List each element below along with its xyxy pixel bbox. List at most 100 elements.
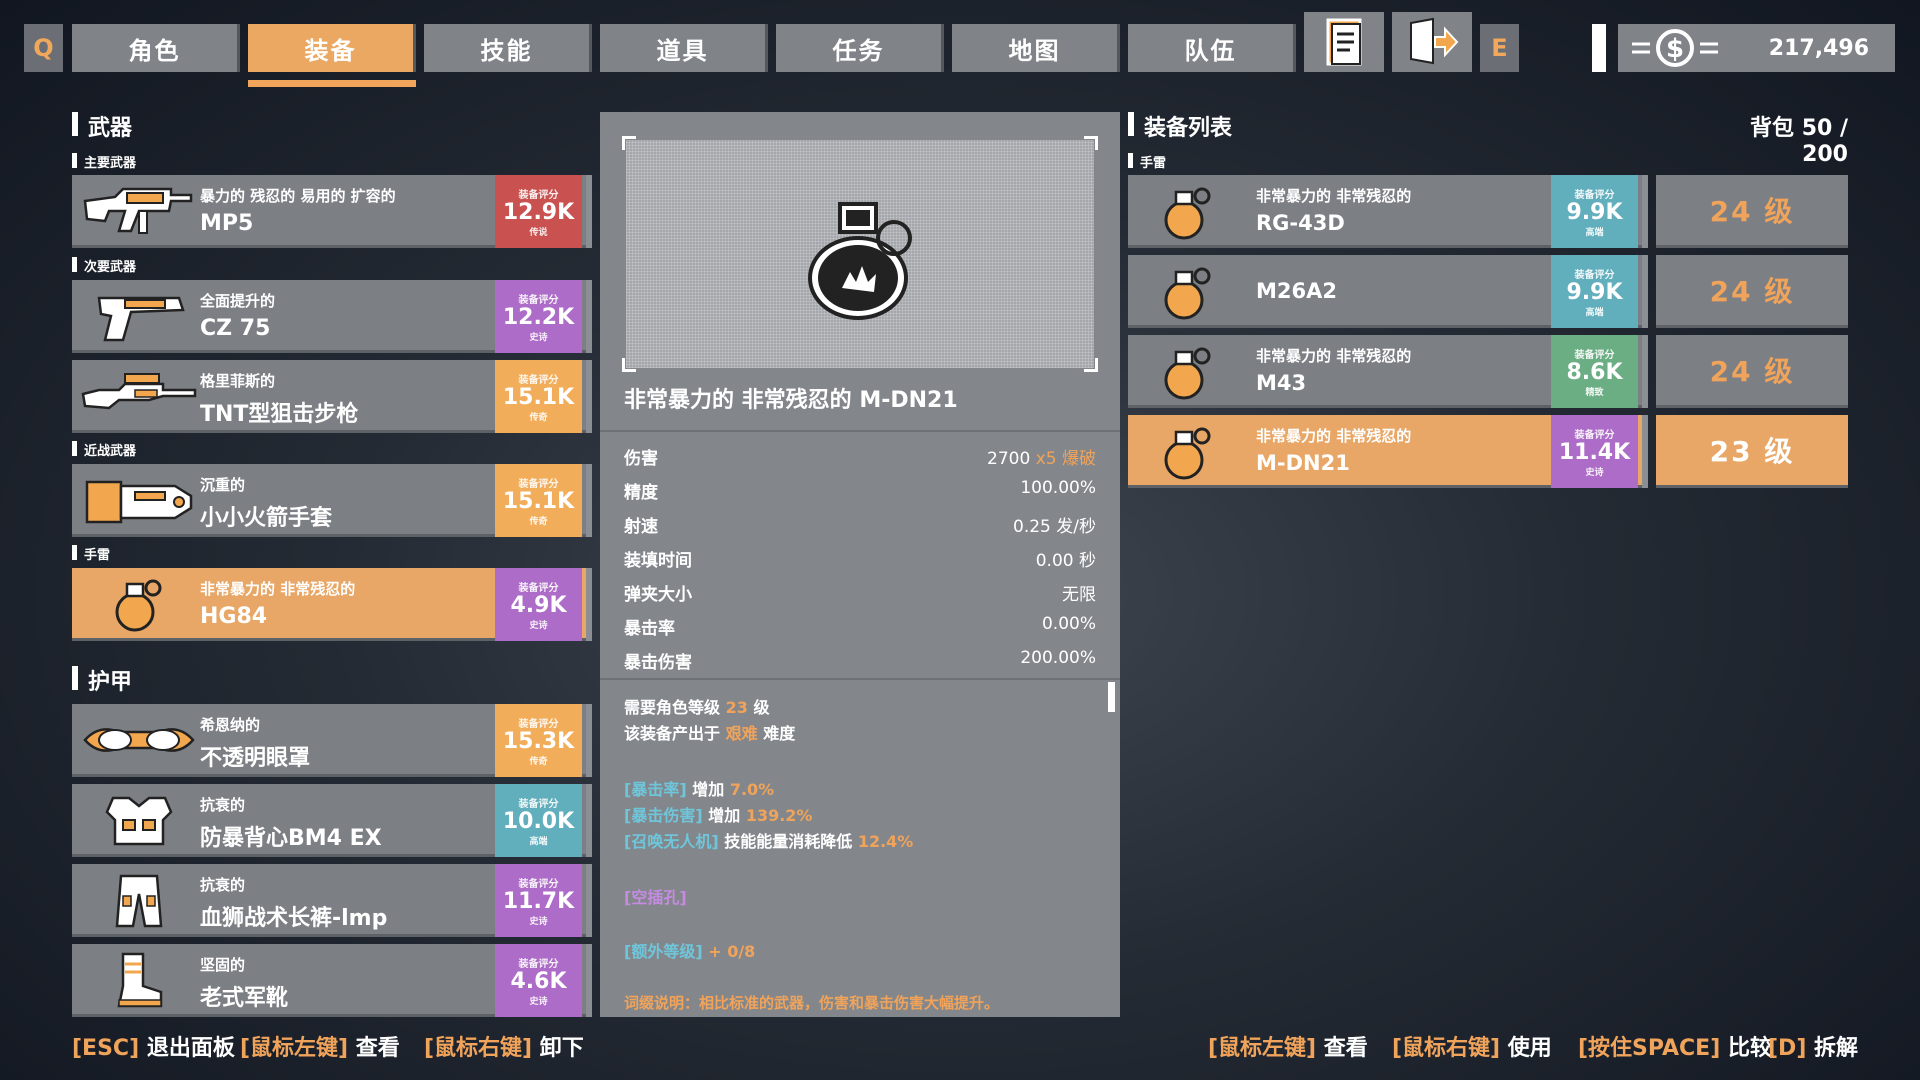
item-title: 非常暴力的 非常残忍的 M-DN21: [624, 388, 958, 413]
hint-view[interactable]: [鼠标左键] 查看: [240, 1030, 400, 1062]
card-edge: [586, 360, 592, 433]
item-name: 血狮战术长裤-lmp: [200, 906, 388, 931]
gear-score-badge: 装备评分 15.1K 传奇: [495, 464, 582, 537]
frame-corner: [1084, 358, 1098, 372]
gear-score-value: 15.1K: [502, 488, 575, 514]
grenade-large-icon: [808, 202, 912, 320]
gear-score-value: 12.2K: [502, 304, 575, 330]
inventory-item[interactable]: M26A2 装备评分 9.9K 高端: [1128, 255, 1648, 328]
tab-team[interactable]: 队伍: [1128, 24, 1296, 72]
tab-skills[interactable]: 技能: [424, 24, 592, 72]
item-affixes: 非常暴力的 非常残忍的: [1256, 347, 1412, 365]
item-affixes: 沉重的: [200, 476, 246, 494]
hint-key: [鼠标右键]: [424, 1036, 533, 1061]
gear-score-caption: 装备评分: [1574, 349, 1615, 361]
req-prefix: 需要角色等级: [624, 698, 721, 717]
gear-score-caption: 装备评分: [1574, 269, 1615, 281]
card-edge: [1642, 255, 1648, 328]
inventory-item[interactable]: 非常暴力的 非常残忍的 RG-43D 装备评分 9.9K 高端: [1128, 175, 1648, 248]
card-edge: [586, 280, 592, 353]
hint-key: [鼠标左键]: [1208, 1036, 1317, 1061]
equipment-list-title: 装备列表: [1128, 110, 1232, 142]
tab-quests[interactable]: 任务: [776, 24, 944, 72]
affix-text: 增加: [708, 806, 741, 825]
hint-use[interactable]: [鼠标右键] 使用: [1392, 1030, 1552, 1062]
gear-score-badge: 装备评分 8.6K 精致: [1551, 335, 1638, 408]
tab-equipment[interactable]: 装备: [248, 24, 416, 72]
hint-text: 卸下: [539, 1036, 584, 1061]
equipped-pants[interactable]: 抗衰的 血狮战术长裤-lmp 装备评分 11.7K 史诗: [72, 864, 592, 937]
melee-weapon-label: 近战武器: [72, 440, 136, 459]
gear-score-caption: 装备评分: [518, 878, 559, 890]
equipped-secondary-weapon[interactable]: 全面提升的 CZ 75 装备评分 12.2K 史诗: [72, 280, 592, 353]
rarity-label: 精致: [1585, 387, 1604, 398]
equipped-grenade[interactable]: 非常暴力的 非常残忍的 HG84 装备评分 4.9K 史诗: [72, 568, 592, 641]
gear-score-value: 11.7K: [502, 888, 575, 914]
equipped-sniper-rifle[interactable]: 格里菲斯的 TNT型狙击步枪 装备评分 15.1K 传奇: [72, 360, 592, 433]
gear-score-badge: 装备评分 9.9K 高端: [1551, 175, 1638, 248]
tab-map[interactable]: 地图: [952, 24, 1120, 72]
currency-divider: [1592, 24, 1606, 72]
tab-character[interactable]: 角色: [72, 24, 240, 72]
key-e[interactable]: E: [1480, 24, 1519, 72]
hint-text: 退出面板: [146, 1036, 235, 1061]
item-affixes: 格里菲斯的: [200, 372, 276, 390]
inventory-item-selected[interactable]: 非常暴力的 非常残忍的 M-DN21 装备评分 11.4K 史诗: [1128, 415, 1648, 488]
damage-value: 2700: [987, 449, 1031, 469]
hint-view-right[interactable]: [鼠标左键] 查看: [1208, 1030, 1368, 1062]
rarity-label: 史诗: [529, 332, 548, 343]
pistol-icon: [78, 284, 200, 348]
hint-unequip[interactable]: [鼠标右键] 卸下: [424, 1030, 584, 1062]
affix-value: 139.2%: [745, 806, 813, 825]
equipped-vest[interactable]: 抗衰的 防暴背心BM4 EX 装备评分 10.0K 高端: [72, 784, 592, 857]
exit-button[interactable]: [1392, 12, 1472, 72]
grenade-label: 手雷: [72, 544, 110, 563]
gear-score-value: 8.6K: [1566, 359, 1623, 385]
gear-score-caption: 装备评分: [518, 798, 559, 810]
hint-text: 拆解: [1814, 1036, 1859, 1061]
rarity-label: 史诗: [529, 916, 548, 927]
currency-amount: 217,496: [1768, 35, 1869, 61]
item-affixes: 坚固的: [200, 956, 246, 974]
hint-key: [D]: [1768, 1036, 1807, 1061]
armor-title: 护甲: [72, 664, 132, 696]
rarity-label: 高端: [529, 836, 548, 847]
source-prefix: 该装备产出于: [624, 724, 721, 743]
equipped-primary-weapon[interactable]: 暴力的 残忍的 易用的 扩容的 MP5 装备评分 12.9K 传说: [72, 175, 592, 248]
item-name: RG-43D: [1256, 211, 1345, 235]
detail-scrollbar[interactable]: [1108, 682, 1115, 712]
notebook-icon: [1326, 18, 1362, 66]
hint-text: 使用: [1507, 1036, 1552, 1061]
tab-items[interactable]: 道具: [600, 24, 768, 72]
gear-score-badge: 装备评分 15.1K 传奇: [495, 360, 582, 433]
hint-exit[interactable]: [ESC] 退出面板: [72, 1030, 235, 1062]
item-affixes: 非常暴力的 非常残忍的: [1256, 187, 1412, 205]
hint-compare[interactable]: [按住SPACE] 比较: [1578, 1030, 1772, 1062]
gear-score-caption: 装备评分: [1574, 189, 1615, 201]
equipped-melee-weapon[interactable]: 沉重的 小小火箭手套 装备评分 15.1K 传奇: [72, 464, 592, 537]
grenade-icon: [78, 572, 200, 636]
smg-icon: [78, 179, 200, 243]
hint-dismantle[interactable]: [D] 拆解: [1768, 1030, 1858, 1062]
stat-value: 200.00%: [1020, 648, 1096, 668]
card-edge: [586, 704, 592, 777]
hint-text: 查看: [1323, 1036, 1368, 1061]
equipped-boots[interactable]: 坚固的 老式军靴 装备评分 4.6K 史诗: [72, 944, 592, 1017]
gear-score-caption: 装备评分: [518, 582, 559, 594]
stat-label: 伤害: [624, 449, 658, 469]
stat-label: 精度: [624, 483, 658, 503]
inventory-item[interactable]: 非常暴力的 非常残忍的 M43 装备评分 8.6K 精致: [1128, 335, 1648, 408]
goggles-icon: [78, 708, 200, 772]
dollar-icon: $: [1632, 29, 1718, 67]
item-level-badge: 23 级: [1656, 415, 1848, 488]
stat-label: 弹夹大小: [624, 585, 692, 605]
gear-score-value: 9.9K: [1566, 199, 1623, 225]
equipped-goggles[interactable]: 希恩纳的 不透明眼罩 装备评分 15.3K 传奇: [72, 704, 592, 777]
rarity-label: 史诗: [529, 996, 548, 1007]
extra-level-tag: [额外等级]: [624, 942, 703, 961]
source-difficulty: 艰难: [725, 724, 758, 743]
gear-score-value: 10.0K: [502, 808, 575, 834]
frame-corner: [622, 358, 636, 372]
key-q[interactable]: Q: [24, 24, 63, 72]
journal-button[interactable]: [1304, 12, 1384, 72]
